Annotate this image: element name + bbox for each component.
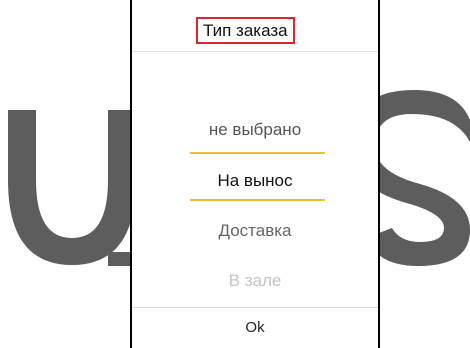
- dialog-footer: Ok: [132, 307, 378, 348]
- order-type-dialog: Тип заказа не выбрано На вынос Доставка …: [130, 0, 380, 348]
- picker-option-takeaway[interactable]: На вынос: [132, 169, 378, 193]
- picker-option-dine-in[interactable]: В зале: [132, 269, 378, 293]
- order-type-picker[interactable]: не выбрано На вынос Доставка В зале: [132, 52, 378, 307]
- selection-line-top: [190, 152, 325, 154]
- dialog-title: Тип заказа: [196, 17, 295, 44]
- picker-option-delivery[interactable]: Доставка: [132, 219, 378, 243]
- dialog-header: Тип заказа: [132, 0, 378, 52]
- picker-option-not-selected[interactable]: не выбрано: [132, 118, 378, 142]
- watermark-letter-u: [8, 110, 136, 265]
- selection-line-bottom: [190, 199, 325, 201]
- screen: Тип заказа не выбрано На вынос Доставка …: [0, 0, 470, 348]
- ok-button[interactable]: Ok: [132, 308, 378, 348]
